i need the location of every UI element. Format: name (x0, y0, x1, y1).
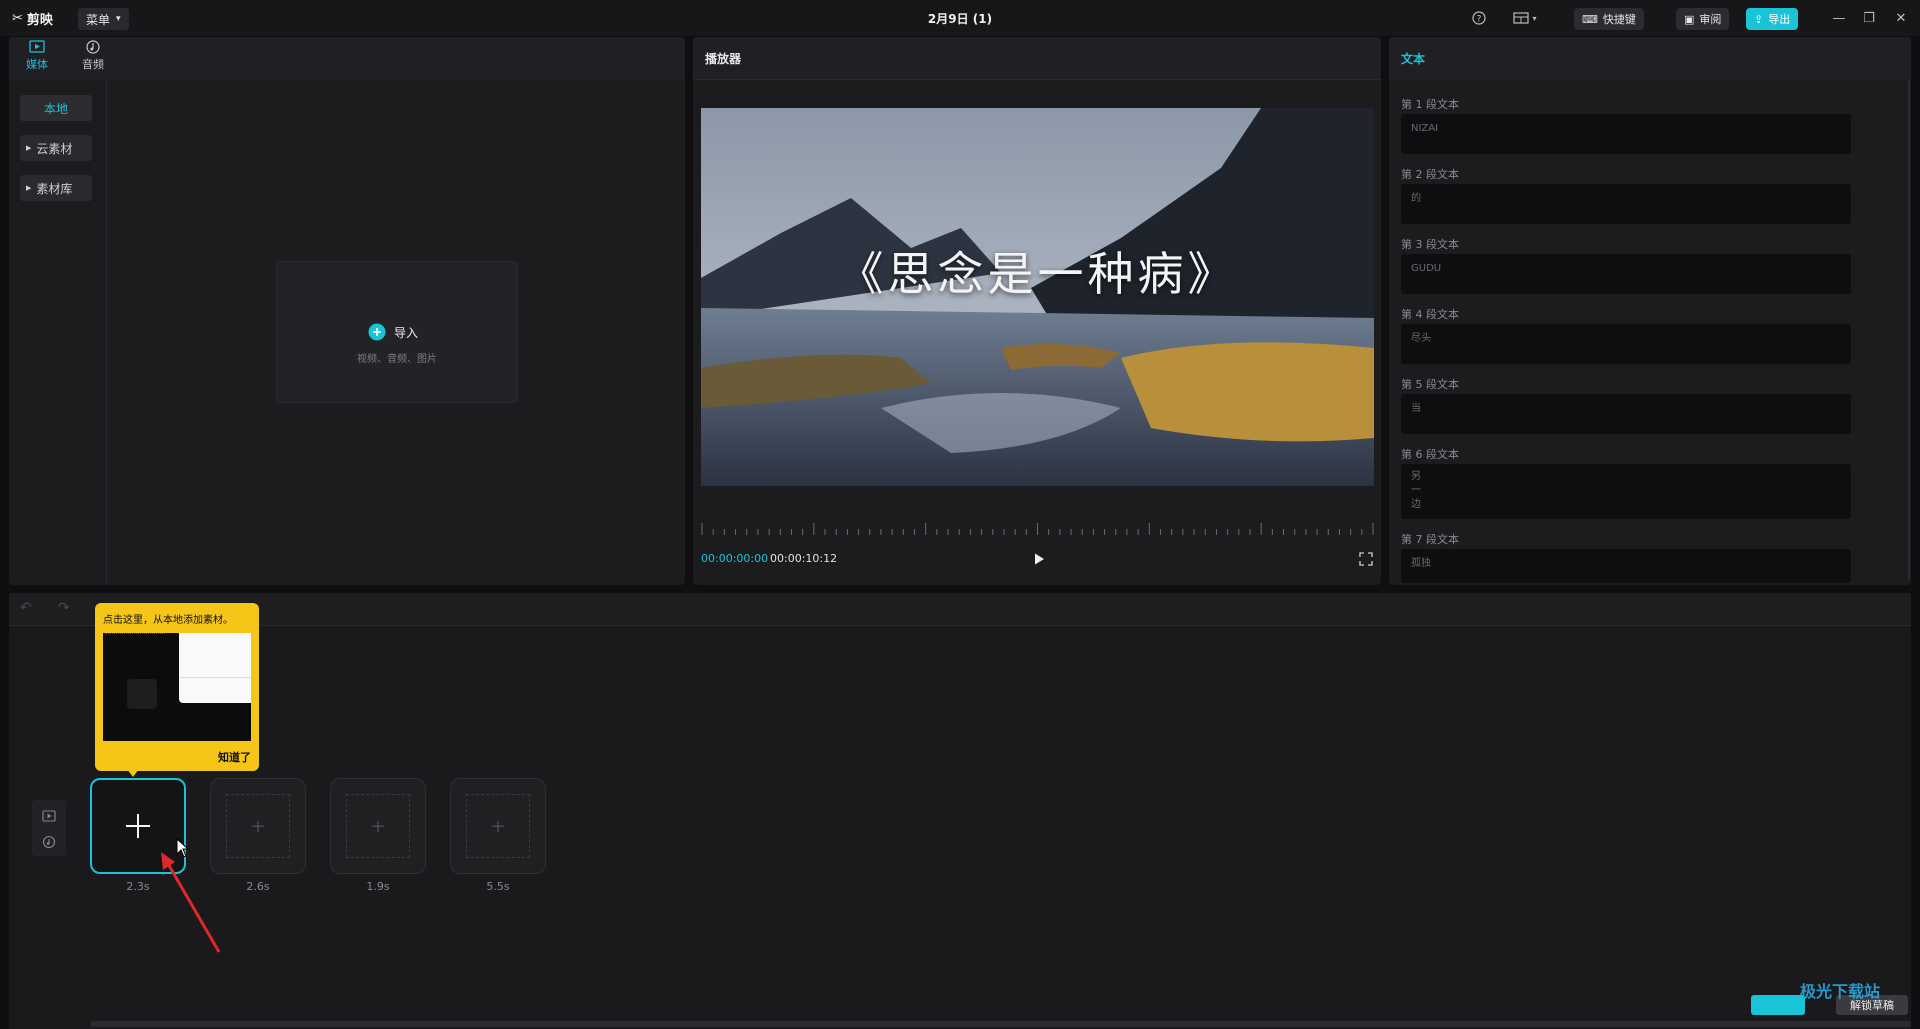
player-title: 播放器 (705, 52, 742, 66)
text-panel-header (1389, 37, 1911, 79)
import-button[interactable]: 导入 (368, 323, 418, 341)
sidebar-item-label: 本地 (43, 101, 68, 116)
segment-text-field[interactable]: 当 (1401, 394, 1851, 434)
sidebar-item-label: 云素材 (36, 141, 73, 156)
red-arrow-annotation (155, 850, 225, 964)
track-controls (32, 800, 66, 856)
video-subtitle: 《思念是一种病》 (837, 247, 1238, 301)
tab-audio-label: 音频 (82, 58, 104, 71)
timeline-toolbar (9, 593, 1911, 626)
caret-right-icon: ▶ (26, 144, 32, 152)
sidebar-item-library[interactable]: ▶ 素材库 (20, 175, 92, 201)
media-panel-header (9, 37, 685, 79)
playback-ruler[interactable] (701, 520, 1374, 535)
video-track-icon[interactable] (42, 807, 56, 826)
plus-circle-icon (368, 323, 386, 341)
caret-right-icon: ▶ (26, 184, 32, 192)
keyboard-icon: ⌨ (1582, 12, 1598, 26)
media-icon (29, 40, 45, 53)
tooltip-text: 点击这里，从本地添加素材。 (103, 615, 233, 626)
play-button[interactable] (1032, 551, 1046, 565)
tooltip-pointer (127, 769, 139, 777)
clip-slot[interactable]: + (330, 778, 426, 874)
layout-icon[interactable]: ▾ (1508, 9, 1542, 27)
audio-track-icon[interactable] (42, 834, 56, 853)
video-preview[interactable]: 《思念是一种病》 (701, 108, 1374, 486)
ruler-ticks (701, 523, 1374, 535)
plus-icon: + (466, 794, 530, 858)
segment-line: 另 (1411, 471, 1421, 482)
close-icon[interactable]: ✕ (1892, 9, 1910, 27)
export-icon: ⇪ (1754, 12, 1764, 26)
tooltip-confirm-button[interactable]: 知道了 (218, 749, 251, 765)
watermark: 极光下载站 (1800, 978, 1880, 1002)
import-hint: 视频、音频、图片 (357, 354, 437, 365)
segment-label: 第 7 段文本 (1401, 533, 1459, 546)
play-icon (1035, 553, 1044, 565)
done-button[interactable] (1751, 995, 1805, 1015)
plus-icon (126, 814, 150, 838)
tooltip-preview-image (103, 633, 251, 741)
segment-text-field[interactable]: 尽头 (1401, 324, 1851, 364)
help-icon[interactable]: ? (1470, 9, 1488, 27)
segment-line: 边 (1411, 499, 1421, 510)
import-label: 导入 (394, 325, 419, 340)
fullscreen-button[interactable] (1359, 551, 1373, 566)
sidebar-item-cloud[interactable]: ▶ 云素材 (20, 135, 92, 161)
export-button[interactable]: ⇪ 导出 (1746, 8, 1799, 30)
svg-text:?: ? (1477, 15, 1482, 25)
shortcut-button[interactable]: ⌨ 快捷键 (1574, 8, 1644, 30)
segment-line: 一 (1411, 485, 1421, 496)
clip-duration: 1.9s (366, 880, 390, 893)
restore-icon[interactable]: ❐ (1860, 9, 1878, 27)
title-bar: ✂ 剪映 菜单 ▾ 2月9日 (1) ? ▾ ⌨ 快捷键 ▣ 审阅 ⇪ 导出 —… (0, 0, 1920, 36)
segment-label: 第 6 段文本 (1401, 448, 1459, 461)
segment-text-field[interactable]: 另 一 边 (1401, 464, 1851, 519)
undo-icon[interactable]: ↶ (20, 600, 32, 616)
segment-label: 第 3 段文本 (1401, 238, 1459, 251)
clip-slot[interactable]: + (450, 778, 546, 874)
sidebar-item-label: 素材库 (36, 181, 73, 196)
segment-label: 第 2 段文本 (1401, 168, 1459, 181)
import-area[interactable]: 导入 视频、音频、图片 (276, 261, 518, 403)
segment-text-field[interactable]: NIZAI (1401, 114, 1851, 154)
segment-text-field[interactable]: 的 (1401, 184, 1851, 224)
timeline-scrollbar[interactable] (90, 1021, 1911, 1027)
export-label: 导出 (1768, 13, 1791, 26)
segment-label: 第 4 段文本 (1401, 308, 1459, 321)
minimize-icon[interactable]: — (1830, 9, 1848, 27)
watermark-text: 极光下载站 (1800, 982, 1881, 1001)
total-time: 00:00:10:12 (770, 552, 838, 565)
review-label: 审阅 (1699, 13, 1722, 26)
redo-icon[interactable]: ↷ (58, 600, 70, 616)
tab-media-label: 媒体 (26, 58, 48, 71)
onboarding-tooltip: 点击这里，从本地添加素材。 知道了 (95, 603, 259, 777)
tab-audio[interactable]: 音频 (78, 40, 108, 72)
fullscreen-icon (1359, 552, 1373, 566)
shortcut-label: 快捷键 (1602, 13, 1636, 26)
sidebar-item-local[interactable]: 本地 (20, 95, 92, 121)
segment-label: 第 1 段文本 (1401, 98, 1459, 111)
audio-icon (86, 40, 100, 54)
review-icon: ▣ (1684, 12, 1695, 26)
clip-duration: 5.5s (486, 880, 510, 893)
sidebar-divider (106, 79, 107, 585)
plus-icon: + (346, 794, 410, 858)
tab-media[interactable]: 媒体 (22, 40, 52, 72)
text-panel-scrollbar[interactable] (1908, 80, 1910, 580)
segment-text-field[interactable]: GUDU (1401, 254, 1851, 294)
plus-icon: + (226, 794, 290, 858)
current-time: 00:00:00:00 (701, 552, 769, 565)
player-header (693, 37, 1381, 80)
segment-text-field[interactable]: 孤独 (1401, 549, 1851, 583)
review-button[interactable]: ▣ 审阅 (1676, 8, 1730, 30)
text-panel-title: 文本 (1401, 52, 1426, 66)
segment-label: 第 5 段文本 (1401, 378, 1459, 391)
